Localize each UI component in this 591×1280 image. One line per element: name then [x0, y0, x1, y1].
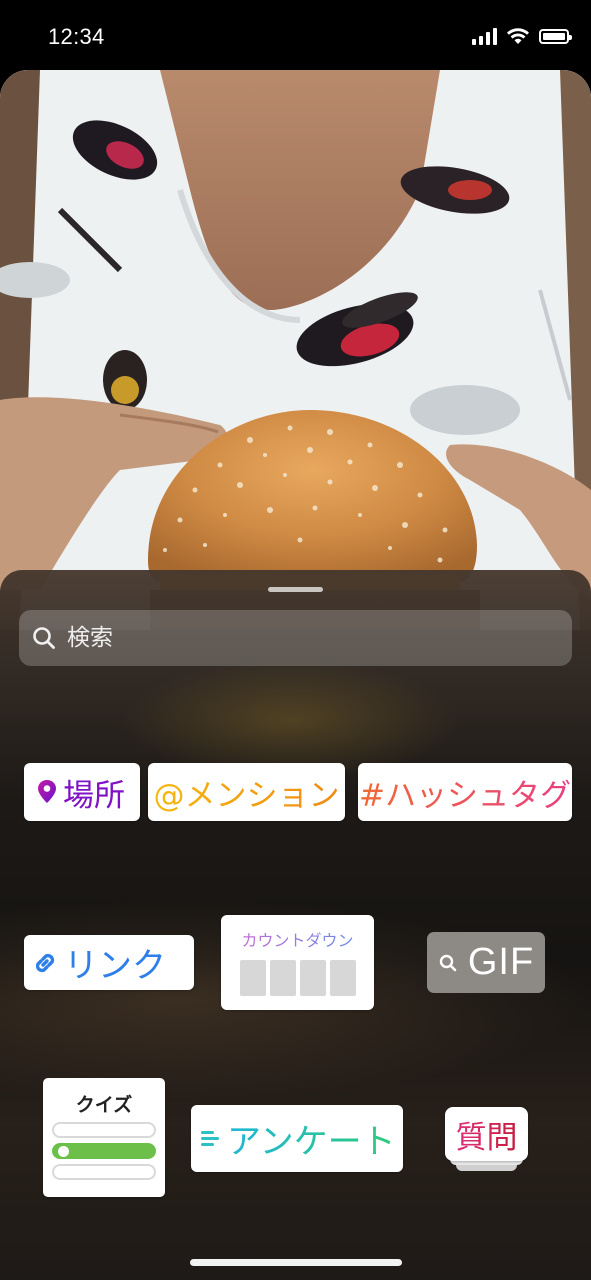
search-bar[interactable] [19, 610, 572, 666]
quiz-option [52, 1122, 156, 1138]
hashtag-label: #ハッシュタグ [359, 770, 571, 815]
story-photo [0, 70, 591, 630]
home-indicator[interactable] [190, 1259, 402, 1266]
drag-handle[interactable] [268, 587, 323, 592]
status-icons [472, 27, 572, 45]
location-pin-icon [38, 780, 56, 803]
mention-sticker[interactable]: @メンション [148, 763, 345, 821]
countdown-title: カウントダウン [241, 927, 353, 951]
signal-icon [472, 27, 497, 45]
poll-lines-icon [201, 1131, 219, 1146]
link-icon [35, 953, 55, 972]
hashtag-sticker[interactable]: #ハッシュタグ [358, 763, 572, 821]
quiz-option-correct [52, 1143, 156, 1159]
link-label: リンク [64, 946, 166, 986]
quiz-title: クイズ [75, 1094, 133, 1116]
quiz-sticker[interactable]: クイズ [43, 1078, 165, 1197]
battery-icon [539, 28, 572, 44]
status-time: 12:34 [48, 24, 105, 49]
link-sticker[interactable]: リンク [24, 935, 194, 990]
status-bar: 12:34 [0, 0, 591, 72]
mention-label: @メンション [154, 770, 340, 815]
quiz-option [52, 1164, 156, 1180]
search-input[interactable] [65, 624, 549, 652]
poll-sticker[interactable]: アンケート [191, 1105, 403, 1172]
question-sticker[interactable]: 質問 [445, 1107, 528, 1161]
poll-label: アンケート [227, 1114, 396, 1163]
question-label: 質問 [456, 1112, 518, 1157]
gif-sticker[interactable]: GIF [427, 932, 545, 993]
location-sticker[interactable]: 場所 [24, 763, 140, 821]
countdown-digit-boxes [239, 960, 356, 996]
wifi-icon [507, 28, 529, 44]
sticker-tray: 場所 @メンション #ハッシュタグ リンク カウントダウン GIF クイズ [0, 570, 591, 1280]
location-label: 場所 [63, 777, 125, 814]
countdown-sticker[interactable]: カウントダウン [221, 915, 374, 1010]
gif-label: GIF [467, 941, 535, 983]
search-icon [33, 627, 55, 649]
burger-photo-image [0, 70, 591, 630]
search-icon [439, 954, 457, 971]
